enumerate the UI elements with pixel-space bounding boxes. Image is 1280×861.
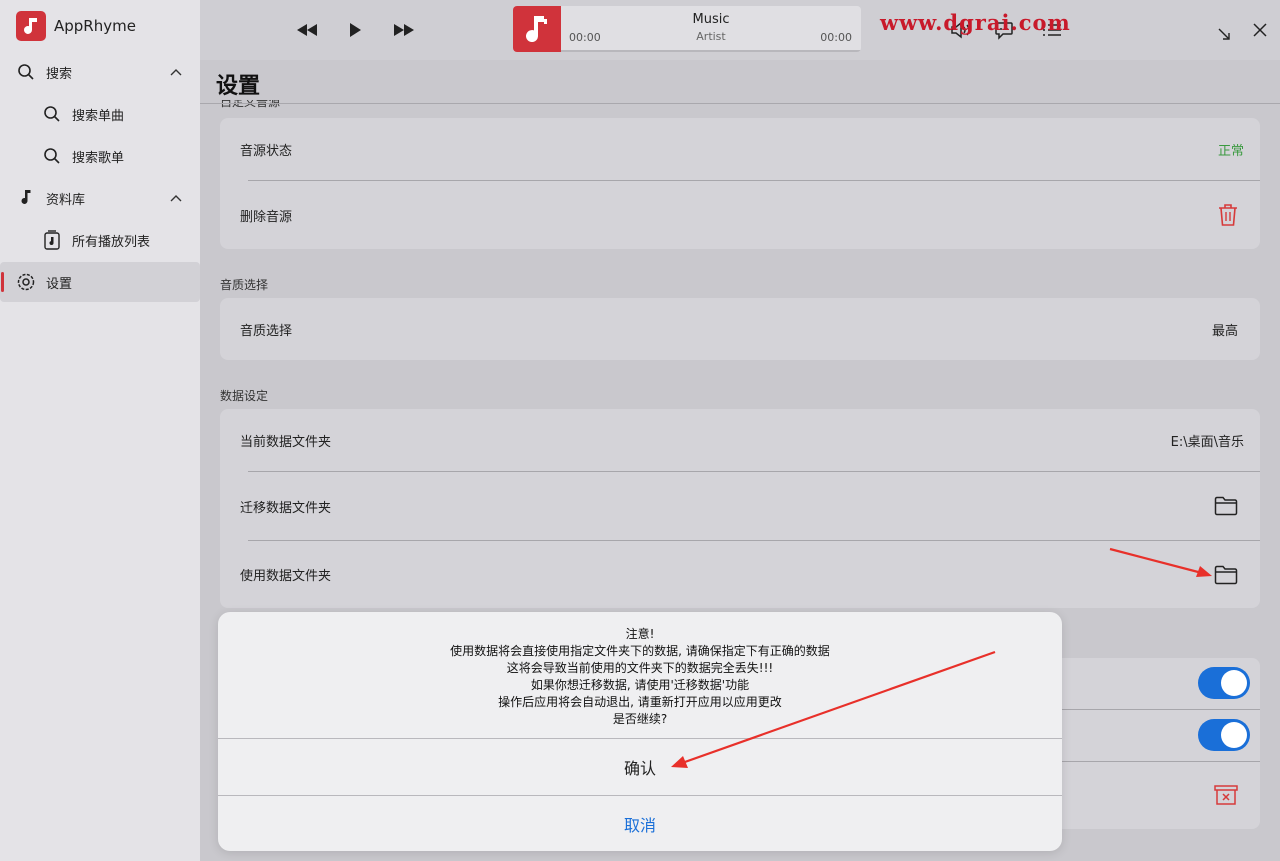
- delete-source-row: 删除音源: [220, 181, 1260, 249]
- quality-value[interactable]: 最高: [1212, 320, 1238, 339]
- dialog-line: 这将会导致当前使用的文件夹下的数据完全丢失!!!: [506, 661, 774, 675]
- dialog-line: 如果你想迁移数据, 请使用'迁移数据'功能: [530, 678, 750, 692]
- sidebar-item-search-song[interactable]: 搜索单曲: [0, 94, 200, 134]
- play-button[interactable]: [343, 18, 367, 42]
- source-card: 音源状态 正常 删除音源: [220, 118, 1260, 249]
- quality-row[interactable]: 音质选择 最高: [220, 298, 1260, 360]
- chevron-up-icon[interactable]: [168, 190, 184, 206]
- section-header-label: 自定义音源: [220, 100, 281, 109]
- playlist-icon: [42, 230, 62, 250]
- folder-icon[interactable]: [1214, 496, 1238, 520]
- now-playing-widget[interactable]: Music Artist 00:00 00:00: [513, 6, 861, 52]
- current-folder-value: E:\桌面\音乐: [1170, 435, 1244, 450]
- album-cover-icon: [513, 6, 561, 52]
- settings-icon: [16, 272, 36, 292]
- sidebar-item-search[interactable]: 搜索: [0, 52, 200, 92]
- total-time: 00:00: [820, 31, 852, 44]
- dialog-message: 注意! 使用数据将会直接使用指定文件夹下的数据, 请确保指定下有正确的数据 这将…: [218, 626, 1062, 728]
- quality-card: 音质选择 最高: [220, 298, 1260, 360]
- sidebar-item-label: 搜索单曲: [72, 108, 125, 124]
- app-logo-icon: [16, 11, 46, 41]
- search-icon: [16, 62, 36, 82]
- use-folder-row: 使用数据文件夹: [220, 541, 1260, 608]
- scrollbar[interactable]: [1271, 60, 1280, 861]
- use-folder-label: 使用数据文件夹: [240, 569, 332, 584]
- sidebar-item-label: 所有播放列表: [72, 234, 151, 250]
- folder-icon[interactable]: [1214, 565, 1238, 589]
- chevron-up-icon[interactable]: [168, 64, 184, 80]
- current-time: 00:00: [569, 31, 601, 44]
- sidebar-item-library[interactable]: 资料库: [0, 178, 200, 218]
- active-indicator: [1, 272, 4, 292]
- restore-window-icon[interactable]: [1212, 22, 1236, 46]
- search-icon: [42, 146, 62, 166]
- delete-source-label: 删除音源: [240, 209, 293, 225]
- dialog-line: 操作后应用将会自动退出, 请重新打开应用以应用更改: [498, 695, 782, 709]
- confirm-button[interactable]: 确认: [218, 739, 1062, 795]
- sidebar-item-all-playlists[interactable]: 所有播放列表: [0, 220, 200, 260]
- previous-track-button[interactable]: [295, 18, 319, 42]
- source-status-value: 正常: [1217, 144, 1244, 159]
- dialog-line: 使用数据将会直接使用指定文件夹下的数据, 请确保指定下有正确的数据: [450, 644, 830, 658]
- close-window-icon[interactable]: [1248, 18, 1272, 42]
- page-title: 设置: [216, 74, 261, 99]
- source-status-row: 音源状态 正常: [220, 118, 1260, 181]
- confirm-dialog: 注意! 使用数据将会直接使用指定文件夹下的数据, 请确保指定下有正确的数据 这将…: [218, 612, 1062, 851]
- progress-bar[interactable]: [561, 50, 861, 52]
- sidebar-item-label: 设置: [46, 276, 73, 292]
- dialog-line: 注意!: [625, 627, 655, 641]
- data-card: 当前数据文件夹 E:\桌面\音乐 迁移数据文件夹 使用数据文件夹: [220, 409, 1260, 608]
- watermark: www.dgrai.com: [880, 10, 1071, 35]
- sidebar: AppRhyme 搜索 搜索单曲 搜索歌单 资料库 所有播放列表 设置: [0, 0, 200, 861]
- sidebar-item-settings[interactable]: 设置: [0, 262, 200, 302]
- current-folder-label: 当前数据文件夹: [240, 435, 332, 450]
- toggle-switch[interactable]: [1198, 719, 1250, 751]
- track-artist: Artist: [696, 30, 726, 43]
- sidebar-item-label: 搜索歌单: [72, 150, 125, 166]
- section-header-quality: 音质选择: [220, 278, 269, 292]
- trash-icon[interactable]: [1218, 203, 1238, 231]
- cancel-button[interactable]: 取消: [218, 796, 1062, 851]
- source-status-label: 音源状态: [240, 144, 293, 159]
- current-folder-row: 当前数据文件夹 E:\桌面\音乐: [220, 409, 1260, 472]
- top-bar: Music Artist 00:00 00:00: [200, 0, 1280, 60]
- music-note-icon: [16, 188, 36, 208]
- app-header: AppRhyme: [16, 10, 136, 42]
- app-name: AppRhyme: [54, 17, 136, 35]
- track-title: Music: [692, 12, 730, 27]
- section-header-data: 数据设定: [220, 389, 269, 403]
- migrate-folder-row: 迁移数据文件夹: [220, 472, 1260, 540]
- sidebar-item-search-playlist[interactable]: 搜索歌单: [0, 136, 200, 176]
- header-divider: [200, 103, 1280, 104]
- quality-label: 音质选择: [240, 323, 293, 339]
- toggle-switch[interactable]: [1198, 667, 1250, 699]
- sidebar-item-label: 资料库: [46, 192, 86, 208]
- section-header-custom-source: 自定义音源: [220, 100, 280, 110]
- search-icon: [42, 104, 62, 124]
- next-track-button[interactable]: [392, 18, 416, 42]
- dialog-line: 是否继续?: [612, 712, 668, 726]
- migrate-folder-label: 迁移数据文件夹: [240, 500, 332, 516]
- clear-cache-icon[interactable]: [1214, 784, 1238, 810]
- sidebar-item-label: 搜索: [46, 66, 73, 82]
